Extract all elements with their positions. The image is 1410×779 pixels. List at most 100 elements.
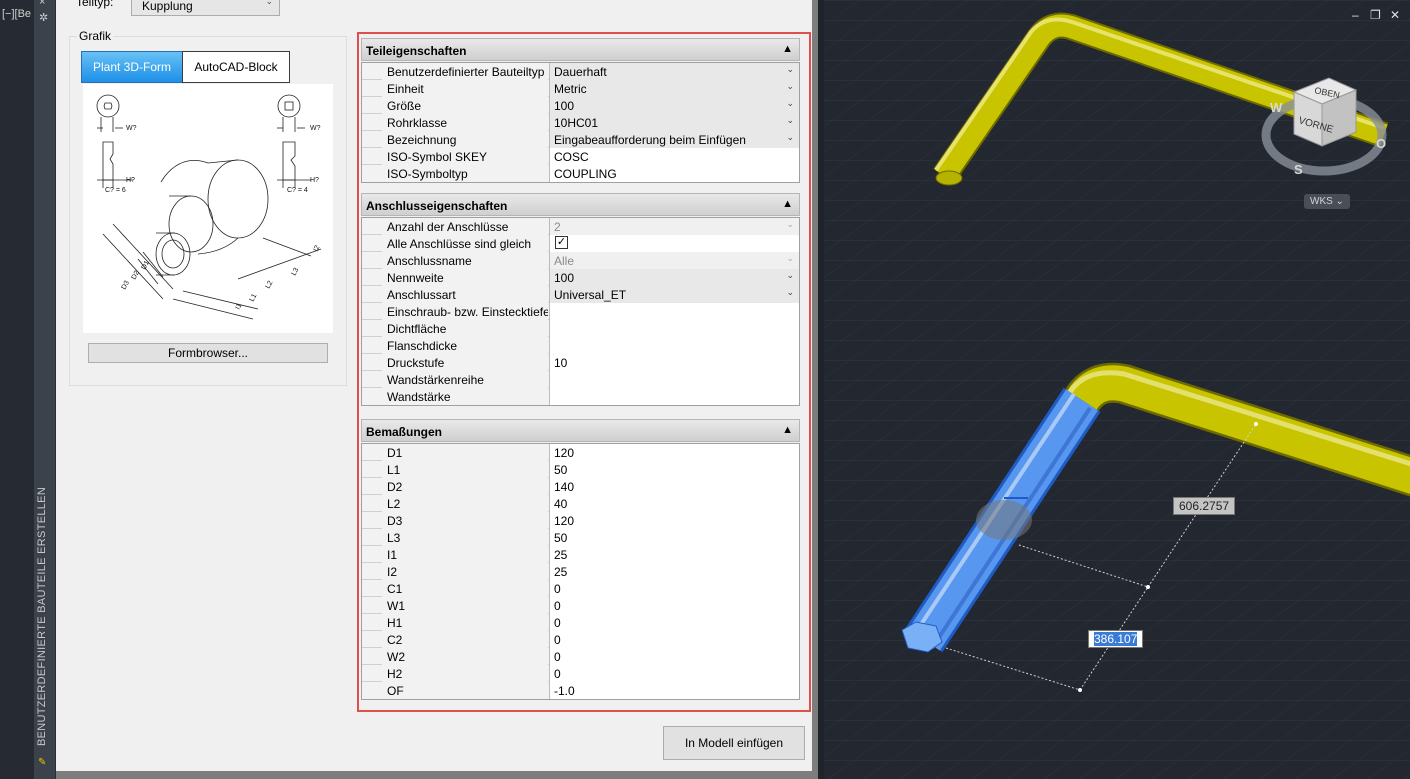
property-value[interactable]: 0 <box>549 614 799 631</box>
property-value[interactable]: COSC <box>549 148 799 165</box>
collapse-icon[interactable]: ▲ <box>782 198 793 210</box>
property-row[interactable]: L3 50 <box>362 529 799 546</box>
property-row[interactable]: Benutzerdefinierter Bauteiltyp Dauerhaft ⌄ <box>362 63 799 80</box>
minimize-icon[interactable]: – <box>1352 8 1359 22</box>
property-name: Einschraub- bzw. Einstecktiefe <box>382 303 548 320</box>
autohide-icon[interactable]: ✎ <box>38 757 52 771</box>
property-row[interactable]: Einschraub- bzw. Einstecktiefe <box>362 303 799 320</box>
property-row[interactable]: OF -1.0 <box>362 682 799 699</box>
property-value[interactable]: 25 <box>549 546 799 563</box>
property-row[interactable]: D2 140 <box>362 478 799 495</box>
property-row[interactable]: I1 25 <box>362 546 799 563</box>
viewport-controls-label[interactable]: [−][Be <box>2 8 31 20</box>
section-anschlusseigenschaften-header[interactable]: Anschlusseigenschaften ▲ <box>361 193 800 216</box>
formbrowser-button[interactable]: Formbrowser... <box>88 343 328 363</box>
grip-point[interactable] <box>1078 688 1082 692</box>
tab-autocad-block[interactable]: AutoCAD-Block <box>182 51 290 83</box>
property-value[interactable]: 0 <box>549 648 799 665</box>
restore-icon[interactable]: ❐ <box>1370 8 1381 22</box>
property-value-text: 10 <box>554 356 568 370</box>
property-row[interactable]: D1 120 <box>362 444 799 461</box>
property-row[interactable]: Anschlussname Alle ⌄ <box>362 252 799 269</box>
property-row[interactable]: Bezeichnung Eingabeaufforderung beim Einf… <box>362 131 799 148</box>
property-row[interactable]: L1 50 <box>362 461 799 478</box>
property-name: ISO-Symbol SKEY <box>382 148 548 165</box>
property-value[interactable]: 0 <box>549 631 799 648</box>
dimension-input-b[interactable]: 386.107 <box>1088 630 1144 648</box>
property-row[interactable]: Nennweite 100 ⌄ <box>362 269 799 286</box>
close-icon[interactable]: ✕ <box>1390 8 1400 22</box>
property-value[interactable]: ✓ <box>549 235 799 252</box>
property-row[interactable]: Alle Anschlüsse sind gleich ✓ <box>362 235 799 252</box>
property-row[interactable]: I2 25 <box>362 563 799 580</box>
property-row[interactable]: W1 0 <box>362 597 799 614</box>
property-row[interactable]: ISO-Symboltyp COUPLING <box>362 165 799 182</box>
property-value[interactable]: 25 <box>549 563 799 580</box>
property-name: Bezeichnung <box>382 131 548 148</box>
tab-plant-3d-form[interactable]: Plant 3D-Form <box>81 51 183 83</box>
property-value[interactable] <box>549 371 799 388</box>
property-value[interactable]: 50 <box>549 461 799 478</box>
property-row[interactable]: C1 0 <box>362 580 799 597</box>
property-value[interactable]: 100 ⌄ <box>549 269 799 286</box>
property-value[interactable]: 120 <box>549 444 799 461</box>
property-value[interactable]: Universal_ET ⌄ <box>549 286 799 303</box>
property-row[interactable]: Rohrklasse 10HC01 ⌄ <box>362 114 799 131</box>
property-value[interactable]: 0 <box>549 597 799 614</box>
property-value[interactable]: 0 <box>549 580 799 597</box>
property-value[interactable] <box>549 388 799 405</box>
property-value[interactable]: 10 <box>549 354 799 371</box>
property-row[interactable]: Wandstärkenreihe <box>362 371 799 388</box>
property-value[interactable]: Dauerhaft ⌄ <box>549 63 799 80</box>
property-row[interactable]: H2 0 <box>362 665 799 682</box>
collapse-icon[interactable]: ▲ <box>782 424 793 436</box>
property-row[interactable]: ISO-Symbol SKEY COSC <box>362 148 799 165</box>
property-row[interactable]: W2 0 <box>362 648 799 665</box>
property-row[interactable]: Dichtfläche <box>362 320 799 337</box>
property-value[interactable]: -1.0 <box>549 682 799 699</box>
property-row[interactable]: H1 0 <box>362 614 799 631</box>
property-value-text: Alle <box>554 254 575 268</box>
grip-point[interactable] <box>1146 585 1150 589</box>
section-bemassungen-header[interactable]: Bemaßungen ▲ <box>361 419 800 442</box>
wcs-menu-button[interactable]: WKS ⌄ <box>1304 194 1350 209</box>
property-value[interactable]: 50 <box>549 529 799 546</box>
property-name: Rohrklasse <box>382 114 548 131</box>
property-value[interactable]: 40 <box>549 495 799 512</box>
teiltyp-select[interactable]: Kupplung ⌄ <box>131 0 280 16</box>
property-value[interactable]: Eingabeaufforderung beim Einfügen ⌄ <box>549 131 799 148</box>
property-row[interactable]: C2 0 <box>362 631 799 648</box>
property-row[interactable]: Druckstufe 10 <box>362 354 799 371</box>
palette-title-strip[interactable]: × ✲ BENUTZERDEFINIERTE BAUTEILE ERSTELLE… <box>34 0 56 779</box>
property-value[interactable]: 120 <box>549 512 799 529</box>
property-value[interactable]: COUPLING <box>549 165 799 182</box>
property-value[interactable]: 100 ⌄ <box>549 97 799 114</box>
insert-into-model-button[interactable]: In Modell einfügen <box>663 726 805 760</box>
collapse-icon[interactable]: ▲ <box>782 43 793 55</box>
palette-close-icon[interactable]: × <box>39 0 45 8</box>
property-row[interactable]: L2 40 <box>362 495 799 512</box>
property-row[interactable]: Größe 100 ⌄ <box>362 97 799 114</box>
section-title: Teileigenschaften <box>366 44 467 58</box>
property-value[interactable] <box>549 337 799 354</box>
property-value[interactable]: 0 <box>549 665 799 682</box>
property-value[interactable] <box>549 320 799 337</box>
property-value[interactable]: 10HC01 ⌄ <box>549 114 799 131</box>
model-viewport[interactable]: OBEN VORNE W S O – ❐ ✕ WKS ⌄ 606.2757 38… <box>824 0 1410 779</box>
property-value-text: 2 <box>554 220 561 234</box>
property-value[interactable]: 140 <box>549 478 799 495</box>
property-row[interactable]: D3 120 <box>362 512 799 529</box>
part-sketch: W? H? C? = 6 W? H? C? = 4 D1 D2 D3 L1 L2… <box>83 84 333 333</box>
section-teileigenschaften-header[interactable]: Teileigenschaften ▲ <box>361 38 800 61</box>
property-row[interactable]: Einheit Metric ⌄ <box>362 80 799 97</box>
property-value[interactable]: Metric ⌄ <box>549 80 799 97</box>
property-row[interactable]: Anschlussart Universal_ET ⌄ <box>362 286 799 303</box>
property-name: D2 <box>382 478 548 495</box>
property-row[interactable]: Anzahl der Anschlüsse 2 ⌄ <box>362 218 799 235</box>
gear-icon[interactable]: ✲ <box>39 11 48 24</box>
grip-point[interactable] <box>1254 422 1258 426</box>
property-row[interactable]: Wandstärke <box>362 388 799 405</box>
property-value[interactable] <box>549 303 799 320</box>
property-row[interactable]: Flanschdicke <box>362 337 799 354</box>
checkbox[interactable]: ✓ <box>555 236 568 249</box>
